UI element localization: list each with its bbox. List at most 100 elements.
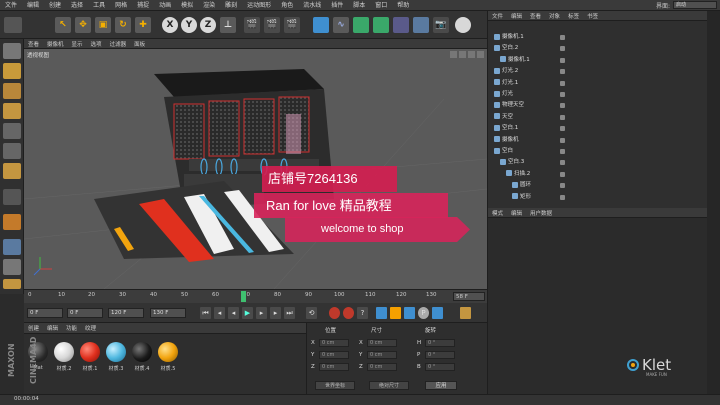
coord-mode-select[interactable]: 世界坐标 bbox=[315, 381, 355, 390]
timeline-window-icon[interactable] bbox=[460, 307, 471, 319]
key-selection-icon[interactable]: ? bbox=[357, 307, 368, 319]
visibility-toggle[interactable] bbox=[560, 194, 565, 200]
right-tab-strip[interactable] bbox=[707, 11, 720, 394]
menu-mesh[interactable]: 网格 bbox=[110, 0, 132, 11]
visibility-toggle[interactable] bbox=[560, 160, 565, 166]
object-row[interactable]: 空白 bbox=[494, 147, 513, 156]
menu-character[interactable]: 角色 bbox=[276, 0, 298, 11]
menu-mograph[interactable]: 运动图形 bbox=[242, 0, 276, 11]
floor-icon[interactable] bbox=[413, 17, 429, 33]
key-rotation-icon[interactable] bbox=[404, 307, 415, 319]
undo-icon[interactable] bbox=[4, 17, 22, 33]
polygons-mode-icon[interactable] bbox=[3, 163, 21, 179]
visibility-toggle[interactable] bbox=[560, 69, 565, 75]
prev-frame-icon[interactable]: ◂ bbox=[228, 307, 239, 319]
select-icon[interactable]: ↖ bbox=[55, 17, 71, 33]
visibility-toggle[interactable] bbox=[560, 149, 565, 154]
visibility-toggle[interactable] bbox=[560, 103, 565, 109]
rotation-h-field[interactable]: 0 ° bbox=[425, 339, 455, 347]
min-frame-field[interactable]: 0 F bbox=[67, 308, 103, 318]
material-swatch[interactable] bbox=[132, 342, 152, 362]
apply-button[interactable]: 应用 bbox=[425, 381, 457, 390]
mograph-icon[interactable] bbox=[373, 17, 389, 33]
menu-tools[interactable]: 工具 bbox=[88, 0, 110, 11]
viewport-menu-view[interactable]: 查看 bbox=[24, 40, 43, 48]
menu-simulate[interactable]: 模拟 bbox=[176, 0, 198, 11]
zoom-icon[interactable] bbox=[459, 51, 466, 58]
object-row[interactable]: 摄像机 bbox=[494, 136, 519, 145]
autokey-icon[interactable] bbox=[343, 307, 354, 319]
size-x-field[interactable]: 0 cm bbox=[367, 339, 397, 347]
render-picture-icon[interactable]: 🎬 bbox=[264, 17, 280, 33]
pan-icon[interactable] bbox=[450, 51, 457, 58]
menu-plugins[interactable]: 插件 bbox=[326, 0, 348, 11]
position-y-field[interactable]: 0 cm bbox=[319, 351, 349, 359]
menu-create[interactable]: 创建 bbox=[44, 0, 66, 11]
object-row[interactable]: 天空 bbox=[494, 113, 513, 122]
material-swatch[interactable] bbox=[80, 342, 100, 362]
camera-icon[interactable]: 📷 bbox=[433, 17, 449, 33]
viewport-menu-panel[interactable]: 面板 bbox=[130, 40, 149, 48]
size-y-field[interactable]: 0 cm bbox=[367, 351, 397, 359]
orbit-icon[interactable] bbox=[468, 51, 475, 58]
y-axis-icon[interactable]: Y bbox=[181, 17, 197, 33]
menu-script[interactable]: 脚本 bbox=[348, 0, 370, 11]
menu-help[interactable]: 帮助 bbox=[392, 0, 414, 11]
cube-icon[interactable] bbox=[313, 17, 329, 33]
create-icon[interactable]: ✚ bbox=[135, 17, 151, 33]
workplane-grid-icon[interactable] bbox=[3, 239, 21, 255]
visibility-toggle[interactable] bbox=[560, 46, 565, 52]
menu-animate[interactable]: 动画 bbox=[154, 0, 176, 11]
object-row[interactable]: 摄像机.1 bbox=[500, 56, 530, 65]
texture-mode-icon[interactable] bbox=[3, 83, 21, 99]
make-editable-icon[interactable] bbox=[3, 43, 21, 59]
workplane-icon[interactable] bbox=[3, 103, 21, 119]
object-menu-file[interactable]: 文件 bbox=[488, 12, 507, 20]
key-param-icon[interactable]: P bbox=[418, 307, 429, 319]
menu-pipeline[interactable]: 流水线 bbox=[298, 0, 326, 11]
prev-key-icon[interactable]: ◂ bbox=[214, 307, 225, 319]
material-swatch[interactable] bbox=[158, 342, 178, 362]
spline-icon[interactable]: ∿ bbox=[333, 17, 349, 33]
viewport-menu-filter[interactable]: 过滤器 bbox=[106, 40, 131, 48]
visibility-toggle[interactable] bbox=[560, 35, 565, 40]
object-row[interactable]: 圆环 bbox=[512, 181, 531, 190]
attribute-menu-mode[interactable]: 模式 bbox=[488, 209, 507, 217]
attribute-menu-edit[interactable]: 编辑 bbox=[507, 209, 526, 217]
position-z-field[interactable]: 0 cm bbox=[319, 363, 349, 371]
object-menu-objects[interactable]: 对象 bbox=[545, 12, 564, 20]
timeline-ruler[interactable]: 0 10 20 30 40 50 60 70 80 90 100 110 120… bbox=[24, 289, 487, 303]
object-row[interactable]: 物理天空 bbox=[494, 101, 524, 110]
object-menu-view[interactable]: 查看 bbox=[526, 12, 545, 20]
layout-select[interactable]: 启动 bbox=[673, 1, 717, 9]
z-axis-icon[interactable]: Z bbox=[200, 17, 216, 33]
render-settings-icon[interactable]: 🎬 bbox=[284, 17, 300, 33]
object-row[interactable]: 灯光.1 bbox=[494, 79, 518, 88]
edges-mode-icon[interactable] bbox=[3, 143, 21, 159]
loop-icon[interactable]: ⟲ bbox=[306, 307, 317, 319]
material-menu-function[interactable]: 功能 bbox=[62, 324, 81, 332]
viewport-menu-display[interactable]: 显示 bbox=[68, 40, 87, 48]
visibility-toggle[interactable] bbox=[560, 137, 565, 143]
menu-file[interactable]: 文件 bbox=[0, 0, 22, 11]
next-frame-icon[interactable]: ▸ bbox=[256, 307, 267, 319]
play-icon[interactable]: ▶ bbox=[242, 307, 253, 319]
viewport-menu-cameras[interactable]: 摄像机 bbox=[43, 40, 68, 48]
move-icon[interactable]: ✥ bbox=[75, 17, 91, 33]
size-z-field[interactable]: 0 cm bbox=[367, 363, 397, 371]
rotation-b-field[interactable]: 0 ° bbox=[425, 363, 455, 371]
visibility-toggle[interactable] bbox=[560, 92, 565, 97]
playhead[interactable] bbox=[241, 291, 246, 302]
position-x-field[interactable]: 0 cm bbox=[319, 339, 349, 347]
coord-system-icon[interactable]: ⊥ bbox=[220, 17, 236, 33]
rotate-icon[interactable]: ↻ bbox=[115, 17, 131, 33]
material-menu-create[interactable]: 创建 bbox=[24, 324, 43, 332]
max-frame-field[interactable]: 120 F bbox=[108, 308, 144, 318]
object-menu-edit[interactable]: 编辑 bbox=[507, 12, 526, 20]
material-swatch[interactable] bbox=[54, 342, 74, 362]
viewport-menu-options[interactable]: 选项 bbox=[87, 40, 106, 48]
model-mode-icon[interactable] bbox=[3, 63, 21, 79]
menu-snap[interactable]: 捕捉 bbox=[132, 0, 154, 11]
key-position-icon[interactable] bbox=[376, 307, 387, 319]
menu-window[interactable]: 窗口 bbox=[370, 0, 392, 11]
